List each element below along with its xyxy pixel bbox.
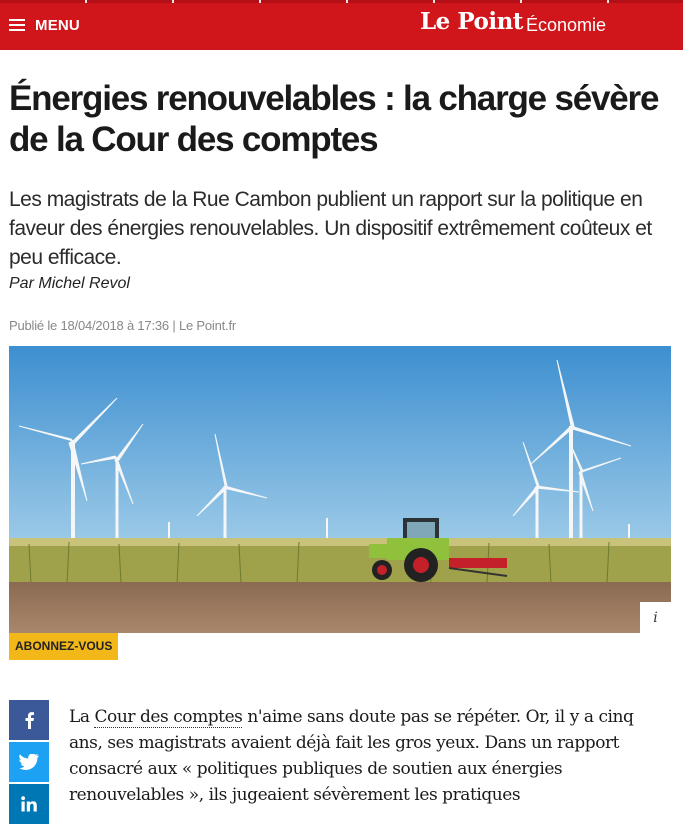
body-lead: La [69,707,95,727]
facebook-share-button[interactable] [9,700,49,740]
byline-prefix: Par [9,275,34,292]
linkedin-share-button[interactable] [9,784,49,824]
publication-info: Publié le 18/04/2018 à 17:36 | Le Point.… [9,318,236,333]
facebook-icon [25,712,34,729]
author-link[interactable]: Michel Revol [38,275,130,292]
article-body-paragraph: La Cour des comptes n'aime sans doute pa… [69,704,669,808]
menu-button[interactable]: MENU [9,13,80,37]
hamburger-icon [9,18,25,32]
wind-farm-tractor-photo [9,346,671,633]
linkedin-icon [21,796,37,812]
article-title: Énergies renouvelables : la charge sévèr… [9,79,659,159]
twitter-share-button[interactable] [9,742,49,782]
top-tab-strip [0,0,683,3]
menu-label: MENU [35,16,80,34]
article-chapo: Les magistrats de la Rue Cambon publient… [9,188,652,269]
site-logo[interactable]: Le Point [420,8,523,35]
publication-date: Publié le 18/04/2018 à 17:36 | [9,318,176,333]
publication-source-link[interactable]: Le Point.fr [179,318,236,333]
photo-info-button[interactable]: i [640,602,671,633]
article-photo [9,346,671,633]
twitter-icon [19,754,39,770]
byline: Par Michel Revol [9,275,130,293]
top-navigation-bar: MENU Le Point Économie [0,0,683,50]
subscribe-button[interactable]: ABONNEZ-VOUS [9,633,119,660]
section-name[interactable]: Économie [526,15,606,36]
cour-des-comptes-link[interactable]: Cour des comptes [94,707,243,728]
